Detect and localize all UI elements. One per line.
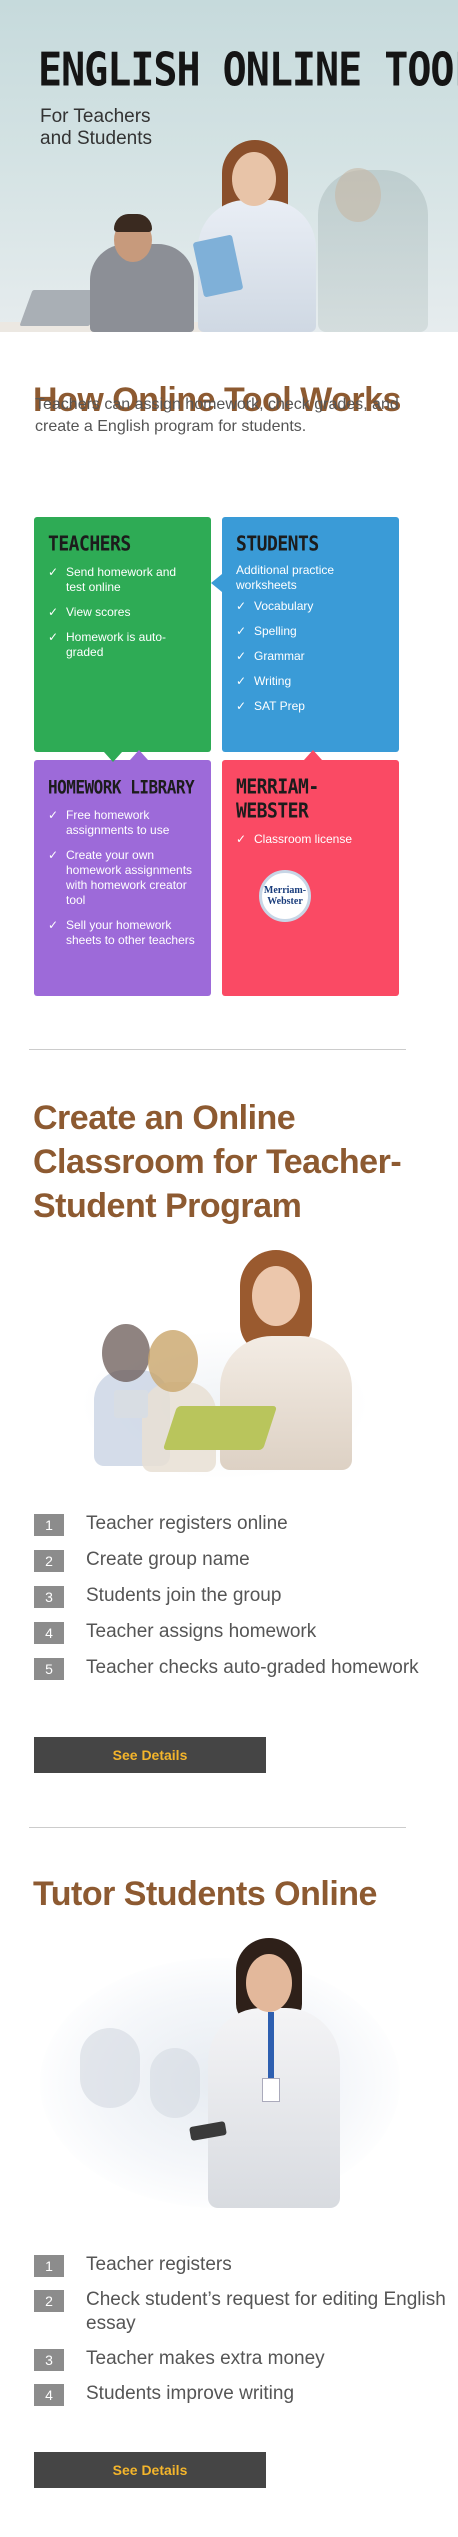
hero-photo-student-hair — [114, 214, 152, 232]
tutor-photo-body — [208, 2008, 340, 2208]
hero-photo-teacher-face — [232, 152, 276, 206]
arrow-down-icon — [104, 752, 122, 762]
merriam-webster-logo-line1: Merriam- — [263, 885, 307, 896]
tutor-photo-background-person — [150, 2048, 200, 2118]
step-number: 2 — [34, 2290, 64, 2312]
hero-title: ENGLISH ONLINE TOOL — [38, 44, 458, 97]
classroom-photo-student1-head — [102, 1324, 150, 1382]
card-merriam-list: Classroom license — [236, 832, 385, 847]
list-item: 3 Teacher makes extra money — [34, 2347, 458, 2371]
step-text: Teacher assigns homework — [86, 1621, 317, 1642]
card-library-list: Free homework assignments to use Create … — [48, 808, 197, 948]
hero-subtitle: For Teachers and Students — [40, 106, 152, 150]
tutor-see-details-button[interactable]: See Details — [34, 2452, 266, 2488]
classroom-heading-line1: Create an Online — [33, 1099, 296, 1137]
list-item: Sell your homework sheets to other teach… — [48, 918, 197, 948]
list-item: 1 Teacher registers — [34, 2253, 458, 2277]
classroom-photo-student2-head — [148, 1330, 198, 1392]
tutor-photo-lanyard — [268, 2012, 274, 2082]
classroom-photo-tablet — [114, 1390, 148, 1418]
card-library-title: HOMEWORK LIBRARY — [48, 776, 195, 798]
arrow-up-icon — [304, 750, 322, 760]
hero-photo-background-head — [335, 168, 381, 222]
step-text: Students join the group — [86, 1585, 282, 1606]
how-it-works-intro: Teachers can assign homework, check grad… — [35, 396, 399, 435]
arrow-right-icon — [211, 574, 222, 592]
merriam-webster-logo-line2: Webster — [267, 896, 303, 907]
card-merriam-title-line2: WEBSTER — [236, 798, 309, 823]
card-students-list: Vocabulary Spelling Grammar Writing SAT … — [236, 599, 385, 714]
list-item: Classroom license — [236, 832, 385, 847]
list-item: 2 Check student’s request for editing Eng… — [34, 2288, 458, 2336]
step-number: 3 — [34, 1586, 64, 1608]
list-item: 2 Create group name — [34, 1548, 419, 1572]
classroom-see-details-button[interactable]: See Details — [34, 1737, 266, 1773]
classroom-photo-teacher-face — [252, 1266, 300, 1326]
card-merriam-webster: MERRIAM- WEBSTER Classroom license Merri… — [222, 760, 399, 996]
step-text: Teacher makes extra money — [86, 2348, 325, 2369]
card-students-note: Additional practice worksheets — [236, 563, 335, 592]
list-item: Grammar — [236, 649, 385, 664]
classroom-heading-line2: Classroom for Teacher- — [33, 1143, 402, 1181]
step-number: 4 — [34, 2384, 64, 2406]
card-students-title: STUDENTS — [236, 531, 319, 556]
step-text: Teacher checks auto-graded homework — [86, 1657, 419, 1678]
classroom-heading: Create an Online Classroom for Teacher- … — [33, 1096, 402, 1228]
list-item: View scores — [48, 605, 197, 620]
classroom-photo — [80, 1250, 370, 1480]
step-number: 2 — [34, 1550, 64, 1572]
card-teachers-list: Send homework and test online View score… — [48, 565, 197, 660]
list-item: Writing — [236, 674, 385, 689]
classroom-heading-line3: Student Program — [33, 1187, 302, 1225]
card-homework-library: HOMEWORK LIBRARY Free homework assignmen… — [34, 760, 211, 996]
tutor-steps: 1 Teacher registers 2 Check student’s requ… — [34, 2253, 458, 2417]
step-number: 4 — [34, 1622, 64, 1644]
merriam-webster-logo: Merriam- Webster — [259, 870, 311, 922]
card-teachers-title: TEACHERS — [48, 531, 131, 556]
classroom-steps: 1 Teacher registers online 2 Create group … — [34, 1512, 419, 1692]
card-teachers: TEACHERS Send homework and test online V… — [34, 517, 211, 752]
hero-subtitle-line1: For Teachers — [40, 106, 151, 127]
list-item: Free homework assignments to use — [48, 808, 197, 838]
section-divider — [29, 1049, 406, 1050]
list-item: 4 Teacher assigns homework — [34, 1620, 419, 1644]
tutor-photo-face — [246, 1954, 292, 2012]
list-item: 5 Teacher checks auto-graded homework — [34, 1656, 419, 1680]
tutor-heading: Tutor Students Online — [33, 1875, 377, 1913]
list-item: 4 Students improve writing — [34, 2382, 458, 2406]
step-number: 1 — [34, 2255, 64, 2277]
step-number: 3 — [34, 2349, 64, 2371]
step-text: Teacher registers online — [86, 1513, 288, 1534]
list-item: 1 Teacher registers online — [34, 1512, 419, 1536]
hero-subtitle-line2: and Students — [40, 128, 152, 149]
step-text: Students improve writing — [86, 2383, 295, 2404]
step-number: 1 — [34, 1514, 64, 1536]
arrow-up-icon — [130, 750, 148, 760]
section-divider — [29, 1827, 406, 1828]
card-merriam-title-line1: MERRIAM- — [236, 774, 319, 799]
list-item: SAT Prep — [236, 699, 385, 714]
step-text: Check student’s request for editing Engl… — [86, 2289, 446, 2334]
list-item: Create your own homework assignments wit… — [48, 848, 197, 908]
tutor-photo — [40, 1938, 400, 2214]
card-students: STUDENTS Additional practice worksheets … — [222, 517, 399, 752]
step-text: Create group name — [86, 1549, 250, 1570]
list-item: Homework is auto-graded — [48, 630, 197, 660]
classroom-photo-laptop — [162, 1406, 278, 1450]
tutor-photo-background-person — [80, 2028, 140, 2108]
tutor-photo-badge — [262, 2078, 280, 2102]
list-item: Vocabulary — [236, 599, 385, 614]
list-item: 3 Students join the group — [34, 1584, 419, 1608]
step-text: Teacher registers — [86, 2254, 232, 2275]
list-item: Send homework and test online — [48, 565, 197, 595]
hero-banner: ENGLISH ONLINE TOOL For Teachers and Stu… — [0, 0, 458, 332]
step-number: 5 — [34, 1658, 64, 1680]
list-item: Spelling — [236, 624, 385, 639]
